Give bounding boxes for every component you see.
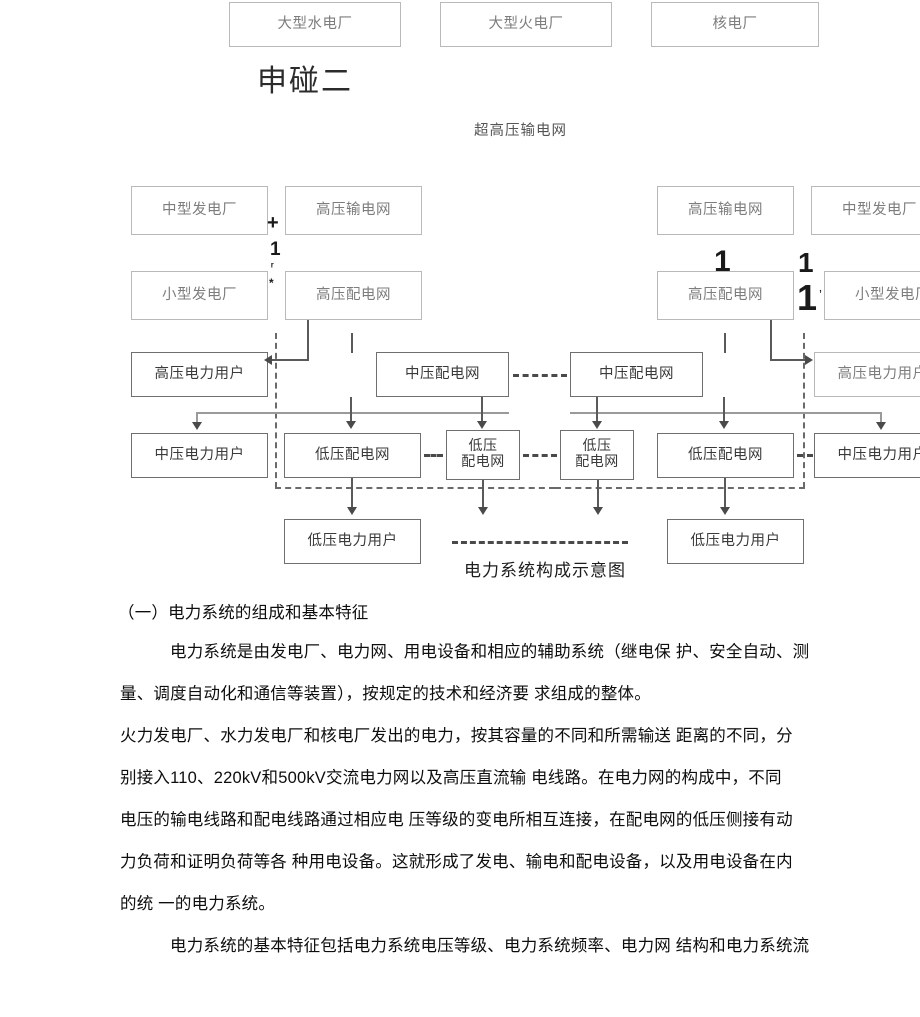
conn-left-bus-horizontal (197, 412, 509, 414)
conn-right-bus-horizontal (570, 412, 882, 414)
arrow-down-to-lv-dist-small-left (477, 421, 487, 429)
dash-link-lv-mid (523, 454, 557, 457)
conn-left-mvdist-down (350, 397, 352, 423)
body-paragraph-6: 力负荷和证明负荷等各 种用电设备。这就形成了发电、输电和配电设备，以及用电设备在… (120, 853, 793, 871)
ocr-glyph-tick-r: ʳ (271, 261, 274, 273)
ocr-artifact-title: 申碰二 (257, 65, 353, 98)
box-right-hv-transmission: 高压输电网 (657, 186, 794, 235)
conn-left-lvsmall-down (482, 480, 484, 509)
ocr-glyph-one-c: 1 (798, 247, 814, 278)
box-right-medium-plant: 中型发电厂 (811, 186, 920, 235)
body-paragraph-1: 电力系统是由发电厂、电力网、用电设备和相应的辅助系统（继电保 护、安全自动、测 (170, 643, 810, 661)
body-paragraph-4: 别接入110、220kV和500kV交流电力网以及高压直流输 电线路。在电力网的… (120, 769, 782, 787)
box-left-hv-consumer: 高压电力用户 (131, 352, 268, 397)
box-left-lv-distribution-small: 低压 配电网 (446, 430, 520, 480)
arrow-down-to-lv-consumer-right (720, 507, 730, 515)
ocr-glyph-one-a: 1 (270, 239, 281, 260)
dash-link-lv-left (424, 454, 443, 457)
box-right-hv-consumer: 高压电力用户 (814, 352, 920, 397)
arrow-down-to-lv-dist-small-right (592, 421, 602, 429)
box-right-mv-consumer: 中压电力用户 (814, 433, 920, 478)
box-large-thermal-plant: 大型火电厂 (440, 2, 612, 47)
box-left-medium-plant: 中型发电厂 (131, 186, 268, 235)
body-paragraph-2: 量、调度自动化和通信等装置），按规定的技术和经济要 求组成的整体。 (120, 685, 651, 703)
box-nuclear-plant: 核电厂 (651, 2, 819, 47)
box-right-lv-distribution-small-label: 低压 配电网 (575, 439, 619, 470)
arrow-down-to-mv-consumer-right (876, 422, 886, 430)
ocr-glyph-apostrophe: ’ (819, 287, 822, 302)
box-large-hydro-plant: 大型水电厂 (229, 2, 401, 47)
box-right-lv-distribution-small: 低压 配电网 (560, 430, 634, 480)
conn-left-hvdist-elbow (271, 359, 309, 361)
dash-link-lv-right (797, 454, 813, 457)
boundary-dash-bottom-left (275, 487, 555, 489)
conn-left-mvdist-down-small (481, 397, 483, 423)
boundary-dash-left (275, 333, 277, 488)
box-left-hv-distribution: 高压配电网 (285, 271, 422, 320)
arrow-down-to-lv-consumer-left (347, 507, 357, 515)
conn-right-lvdist-down (724, 478, 726, 509)
section-heading: （一）电力系统的组成和基本特征 (118, 604, 369, 622)
conn-right-feeder-vertical (724, 333, 726, 353)
ocr-glyph-one-b: 1 (714, 245, 731, 278)
arrow-right-to-hv-consumer (805, 355, 813, 365)
conn-right-mvdist-down-small (596, 397, 598, 423)
conn-right-hvdist-down (770, 320, 772, 360)
arrow-left-to-hv-consumer (264, 355, 272, 365)
conn-right-hvdist-elbow (770, 359, 807, 361)
conn-left-lvdist-down (351, 478, 353, 509)
box-right-small-plant: 小型发电厂 (824, 271, 920, 320)
box-left-lv-distribution-small-label: 低压 配电网 (461, 439, 505, 470)
box-left-mv-distribution: 中压配电网 (376, 352, 509, 397)
power-system-diagram: 大型水电厂 大型火电厂 核电厂 申碰二 超高压输电网 中型发电厂 高压输电网 小… (0, 0, 920, 595)
dash-link-caption-divider (452, 541, 628, 544)
boundary-dash-bottom-right (555, 487, 805, 489)
conn-right-lvsmall-down (597, 480, 599, 509)
box-right-mv-distribution: 中压配电网 (570, 352, 703, 397)
ocr-glyph-plus: + (267, 212, 279, 234)
conn-left-hvdist-down (307, 320, 309, 360)
box-right-lv-consumer: 低压电力用户 (667, 519, 804, 564)
label-ehv-transmission-grid: 超高压输电网 (474, 123, 567, 139)
box-left-lv-consumer: 低压电力用户 (284, 519, 421, 564)
arrow-down-right-lvsmall-dangling (593, 507, 603, 515)
dash-link-mv-grids (513, 374, 567, 377)
body-paragraph-3: 火力发电厂、水力发电厂和核电厂发出的电力，按其容量的不同和所需输送 距离的不同，… (120, 727, 793, 745)
box-left-hv-transmission: 高压输电网 (285, 186, 422, 235)
body-paragraph-7: 的统 一的电力系统。 (120, 895, 276, 913)
article-body: （一）电力系统的组成和基本特征 电力系统是由发电厂、电力网、用电设备和相应的辅助… (0, 595, 920, 967)
arrow-down-to-lv-dist-left (346, 421, 356, 429)
diagram-caption: 电力系统构成示意图 (464, 561, 626, 580)
ocr-glyph-one-d: 1 (797, 277, 818, 318)
conn-right-mvdist-down (723, 397, 725, 423)
body-paragraph-8: 电力系统的基本特征包括电力系统电压等级、电力系统频率、电力网 结构和电力系统流 (170, 937, 810, 955)
ocr-glyph-star: * (269, 276, 274, 290)
body-paragraph-5: 电压的输电线路和配电线路通过相应电 压等级的变电所相互连接，在配电网的低压侧接有… (120, 811, 793, 829)
arrow-down-to-lv-dist-right (719, 421, 729, 429)
conn-left-feeder-vertical (351, 333, 353, 353)
box-left-lv-distribution: 低压配电网 (284, 433, 421, 478)
box-right-lv-distribution: 低压配电网 (657, 433, 794, 478)
box-right-hv-distribution: 高压配电网 (657, 271, 794, 320)
box-left-mv-consumer: 中压电力用户 (131, 433, 268, 478)
arrow-down-to-mv-consumer-left (192, 422, 202, 430)
box-left-small-plant: 小型发电厂 (131, 271, 268, 320)
arrow-down-left-lvsmall-dangling (478, 507, 488, 515)
